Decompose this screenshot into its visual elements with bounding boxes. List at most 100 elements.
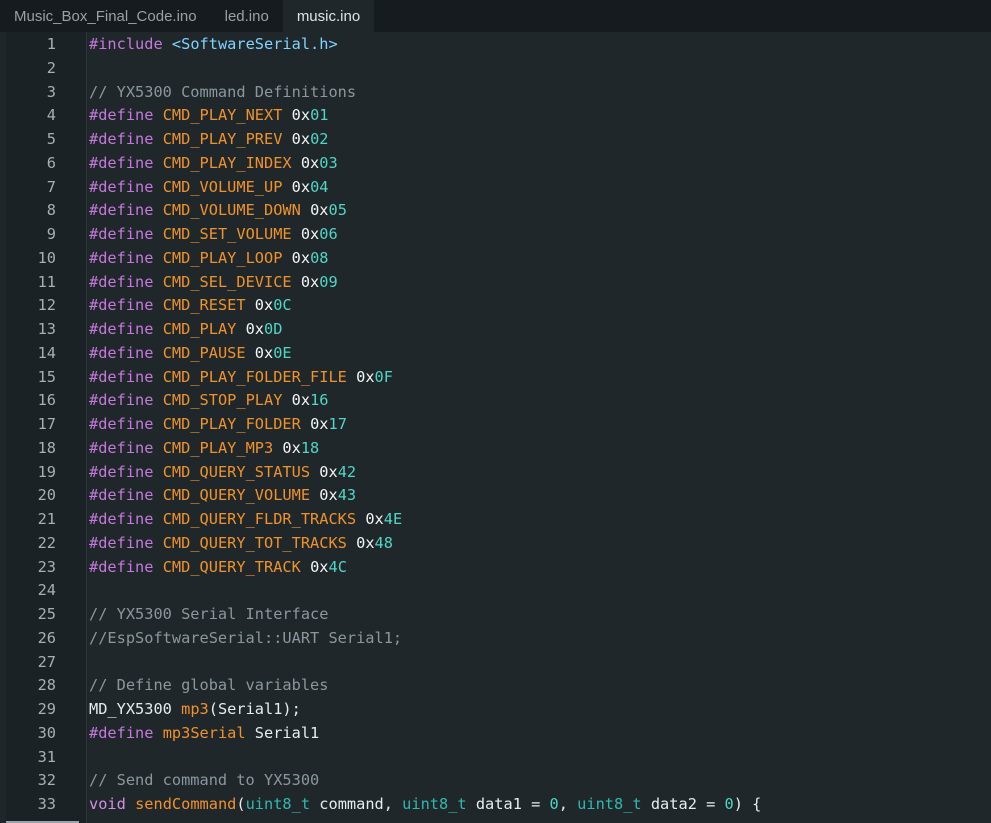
code-token: CMD_QUERY_VOLUME [162,486,311,505]
code-token: 0x [310,415,329,433]
code-token: 0x [310,557,329,576]
line-number: 28 [37,676,56,695]
code-token: void [89,795,126,813]
code-line[interactable]: 23 #define CMD_QUERY_TRACK 0x4C [0,555,991,579]
code-text: #define CMD_PLAY 0x0D [89,317,282,341]
code-line[interactable]: 9 #define CMD_SET_VOLUME 0x06 [0,222,991,246]
code-token: 0x [254,343,274,362]
code-token: #define [89,225,154,243]
code-line[interactable]: 30 #define mp3Serial Serial1 [0,721,991,745]
code-line[interactable]: 1 #include <SoftwareSerial.h> [0,32,991,56]
code-token: 0x [291,177,311,196]
code-token: CMD_PLAY [162,320,237,338]
code-line[interactable]: 17 #define CMD_PLAY_FOLDER 0x17 [0,412,991,436]
code-line[interactable]: 14 #define CMD_PAUSE 0x0E [0,341,991,365]
code-line[interactable]: 31 [0,745,991,769]
code-line[interactable]: 20 #define CMD_QUERY_VOLUME 0x43 [0,483,991,507]
code-token: CMD_PLAY_NEXT [162,106,283,125]
code-token: , [558,795,578,813]
code-token: 05 [328,201,347,220]
code-token: 0x [356,533,375,552]
code-line[interactable]: 29 MD_YX5300 mp3(Serial1); [0,697,991,721]
code-text: // Send command to YX5300 [89,768,319,792]
code-token: sendCommand [135,795,237,813]
code-token: CMD_QUERY_STATUS [162,462,311,481]
line-number: 8 [46,201,56,220]
code-token: #define [89,415,154,433]
code-text: #define CMD_PLAY_PREV 0x02 [89,127,328,151]
code-line[interactable]: 11 #define CMD_SEL_DEVICE 0x09 [0,270,991,294]
line-number: 6 [46,153,56,172]
code-line[interactable]: 21 #define CMD_QUERY_FLDR_TRACKS 0x4E [0,507,991,531]
code-token: data1 = [466,795,550,813]
code-token: 0x [245,320,265,338]
line-number: 1 [46,35,56,53]
line-number: 24 [37,581,56,600]
code-line[interactable]: 6 #define CMD_PLAY_INDEX 0x03 [0,151,991,175]
line-number: 31 [37,747,56,766]
code-line[interactable]: 2 [0,56,991,80]
line-number: 12 [37,296,56,315]
code-token: 16 [310,391,329,410]
code-line[interactable]: 12 #define CMD_RESET 0x0C [0,293,991,317]
code-line[interactable]: 13 #define CMD_PLAY 0x0D [0,317,991,341]
code-token: CMD_PAUSE [162,343,246,362]
line-number: 10 [37,248,56,267]
code-token: CMD_VOLUME_DOWN [162,201,301,220]
code-token: #define [89,723,154,742]
code-line[interactable]: 16 #define CMD_STOP_PLAY 0x16 [0,388,991,412]
code-text: #define CMD_STOP_PLAY 0x16 [89,388,328,412]
code-line[interactable]: 3 // YX5300 Command Definitions [0,80,991,104]
code-line[interactable]: 7 #define CMD_VOLUME_UP 0x04 [0,175,991,199]
tab-led[interactable]: led.ino [211,0,283,32]
tab-music-box-final-code[interactable]: Music_Box_Final_Code.ino [0,0,211,32]
code-line[interactable]: 26 //EspSoftwareSerial::UART Serial1; [0,626,991,650]
code-editor[interactable]: 1 #include <SoftwareSerial.h> 2 3// YX5300 … [0,32,991,823]
code-line[interactable]: 4 #define CMD_PLAY_NEXT 0x01 [0,103,991,127]
tab-music[interactable]: music.ino [282,0,375,32]
code-token: #define [89,486,154,505]
code-token: 0 [724,795,734,813]
code-token: 0x [291,248,311,267]
code-token: CMD_VOLUME_UP [162,177,283,196]
code-line[interactable]: 10 #define CMD_PLAY_LOOP 0x08 [0,246,991,270]
code-line[interactable]: 32 // Send command to YX5300 [0,768,991,792]
code-line[interactable]: 15 #define CMD_PLAY_FOLDER_FILE 0x0F [0,365,991,389]
code-token: #define [89,343,154,362]
code-line[interactable]: 5 #define CMD_PLAY_PREV 0x02 [0,127,991,151]
code-line[interactable]: 19 #define CMD_QUERY_STATUS 0x42 [0,460,991,484]
code-line[interactable]: 27 [0,650,991,674]
code-text: #define CMD_QUERY_TOT_TRACKS 0x48 [89,531,393,555]
code-line[interactable]: 8 #define CMD_VOLUME_DOWN 0x05 [0,198,991,222]
code-text: MD_YX5300 mp3(Serial1); [89,697,301,721]
line-number: 3 [46,82,56,101]
code-line[interactable]: 18 #define CMD_PLAY_MP3 0x18 [0,436,991,460]
line-number: 5 [46,130,56,148]
code-line[interactable]: 25 // YX5300 Serial Interface [0,602,991,626]
code-token: data2 = [641,795,725,813]
code-token: CMD_PLAY_PREV [162,130,283,148]
code-token: 0x [356,367,375,386]
code-line[interactable]: 33 void sendCommand(uint8_t command, uint… [0,792,991,816]
code-token: #define [89,462,154,481]
code-token: #define [89,320,154,338]
code-token: 17 [328,415,347,433]
code-token: 18 [300,438,320,457]
code-line[interactable]: 24 [0,578,991,602]
code-line[interactable]: 28 // Define global variables [0,673,991,697]
code-line[interactable]: 22 #define CMD_QUERY_TOT_TRACKS 0x48 [0,531,991,555]
code-token: 0x [300,225,320,243]
